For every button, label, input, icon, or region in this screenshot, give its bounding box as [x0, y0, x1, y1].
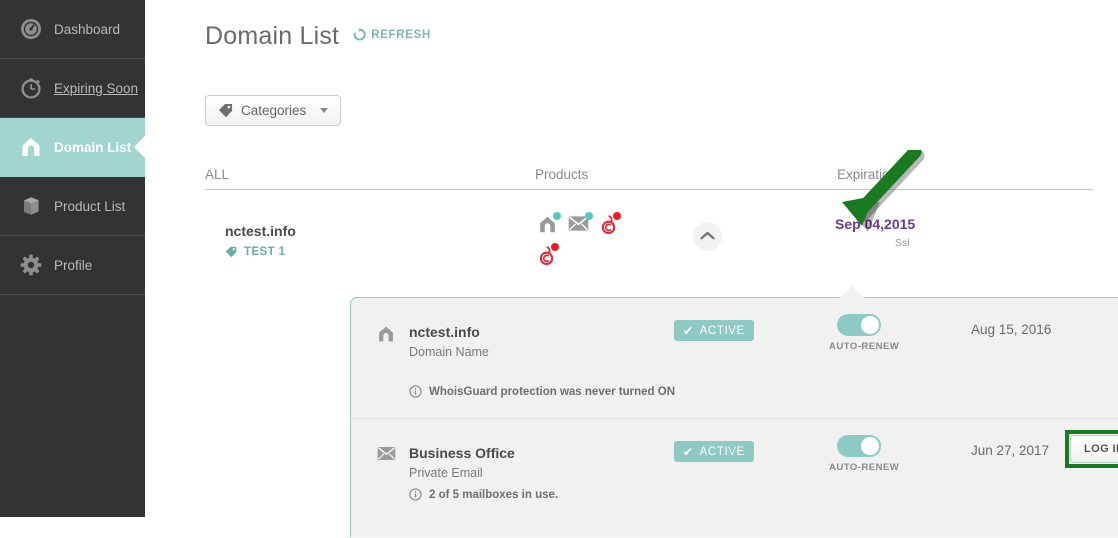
auto-renew-label: AUTO-RENEW [829, 462, 900, 473]
collapse-toggle-button[interactable] [693, 222, 722, 251]
product-action-group: LOG INTO WEBMAIL [1065, 430, 1118, 468]
page-header: Domain List REFRESH [205, 22, 431, 51]
sidebar-item-expiring-soon[interactable]: Expiring Soon [0, 59, 145, 118]
product-note: WhoisGuard protection was never turned O… [409, 385, 675, 398]
status-badge: ✔ ACTIVE [674, 441, 754, 462]
house-icon [18, 134, 44, 160]
sidebar-item-label: Expiring Soon [54, 80, 139, 96]
sidebar-item-label: Product List [54, 198, 126, 214]
categories-label: Categories [241, 103, 307, 118]
status-badge-label: ACTIVE [699, 324, 745, 337]
refresh-label: REFRESH [371, 28, 432, 41]
status-dot [553, 212, 561, 220]
product-name[interactable]: nctest.info [409, 324, 675, 340]
sidebar-item-label: Domain List [54, 139, 132, 155]
log-into-webmail-button[interactable]: LOG INTO WEBMAIL [1065, 430, 1118, 468]
product-name[interactable]: Business Office [409, 445, 558, 461]
column-header-expiration: Expiration [837, 167, 898, 182]
domain-category-label: TEST 1 [244, 246, 286, 258]
refresh-icon [353, 28, 366, 41]
sidebar-item-dashboard[interactable]: Dashboard [0, 0, 145, 59]
clock-icon [18, 75, 44, 101]
domain-summary-row: nctest.info TEST 1 Sep 04,2015 Ssl [205, 190, 1093, 290]
domain-name[interactable]: nctest.info [225, 223, 296, 239]
status-badge-label: ACTIVE [699, 445, 745, 458]
toggle-knob [861, 437, 879, 455]
column-header-products: Products [535, 167, 589, 182]
check-icon: ✔ [683, 444, 694, 459]
sidebar-item-domain-list[interactable]: Domain List [0, 118, 145, 177]
gear-icon [18, 252, 44, 278]
info-icon [409, 385, 422, 398]
sidebar-item-label: Profile [54, 257, 93, 273]
annotation-highlight-box [1065, 430, 1118, 468]
table-column-headers: ALL Products Expiration [205, 160, 1093, 190]
auto-renew-toggle[interactable] [837, 435, 881, 457]
info-icon [409, 488, 422, 501]
column-header-all: ALL [205, 167, 230, 182]
page-title: Domain List [205, 22, 340, 50]
chevron-down-icon [320, 108, 329, 113]
product-type: Domain Name [409, 345, 489, 359]
chevron-up-icon [700, 228, 715, 246]
product-icon-group [538, 212, 658, 270]
envelope-icon[interactable] [568, 212, 593, 237]
product-note: 2 of 5 mailboxes in use. [409, 488, 558, 501]
active-pointer-icon [134, 136, 145, 158]
sidebar-item-profile[interactable]: Profile [0, 236, 145, 295]
product-note-text: WhoisGuard protection was never turned O… [429, 385, 676, 398]
auto-renew-control: AUTO-RENEW [829, 314, 900, 352]
categories-dropdown[interactable]: Categories [205, 95, 342, 126]
main-content: Domain List REFRESH Categories ALL Produ… [145, 0, 1118, 537]
panel-notch-icon [839, 285, 865, 298]
product-identity: nctest.info Domain Name WhoisGuard prote… [377, 324, 675, 398]
tag-icon [225, 246, 237, 258]
tag-icon [218, 103, 233, 118]
product-expiry-date: Jun 27, 2017 [971, 443, 1050, 458]
product-row: Business Office Private Email 2 of 5 mai… [351, 418, 1118, 538]
product-type: Private Email [409, 466, 483, 480]
product-identity: Business Office Private Email 2 of 5 mai… [377, 445, 558, 501]
sidebar: Dashboard Expiring Soon Domain List Prod… [0, 0, 145, 517]
expanded-products-panel: nctest.info Domain Name WhoisGuard prote… [350, 285, 1118, 538]
domain-category-tag: TEST 1 [225, 246, 285, 258]
auto-renew-label: AUTO-RENEW [829, 341, 900, 352]
auto-renew-control: AUTO-RENEW [829, 435, 900, 473]
house-icon [377, 324, 399, 398]
refresh-button[interactable]: REFRESH [353, 28, 431, 41]
product-row: nctest.info Domain Name WhoisGuard prote… [351, 298, 1118, 418]
status-dot [551, 243, 559, 251]
product-note-text: 2 of 5 mailboxes in use. [429, 488, 559, 501]
ssl-lock-icon[interactable] [538, 243, 559, 270]
check-icon: ✔ [683, 323, 694, 338]
status-badge: ✔ ACTIVE [674, 320, 754, 341]
ssl-lock-icon[interactable] [600, 212, 621, 239]
sidebar-item-product-list[interactable]: Product List [0, 177, 145, 236]
status-dot [613, 212, 621, 220]
box-icon [18, 193, 44, 219]
expiration-subtext: Ssl [895, 237, 910, 249]
house-icon[interactable] [538, 212, 561, 239]
envelope-icon [377, 445, 399, 501]
expiration-date: Sep 04,2015 [835, 216, 916, 232]
status-dot [585, 212, 593, 220]
toggle-knob [861, 316, 879, 334]
auto-renew-toggle[interactable] [837, 314, 881, 336]
product-expiry-date: Aug 15, 2016 [971, 322, 1052, 337]
gauge-icon [18, 16, 44, 42]
sidebar-item-label: Dashboard [54, 21, 121, 37]
